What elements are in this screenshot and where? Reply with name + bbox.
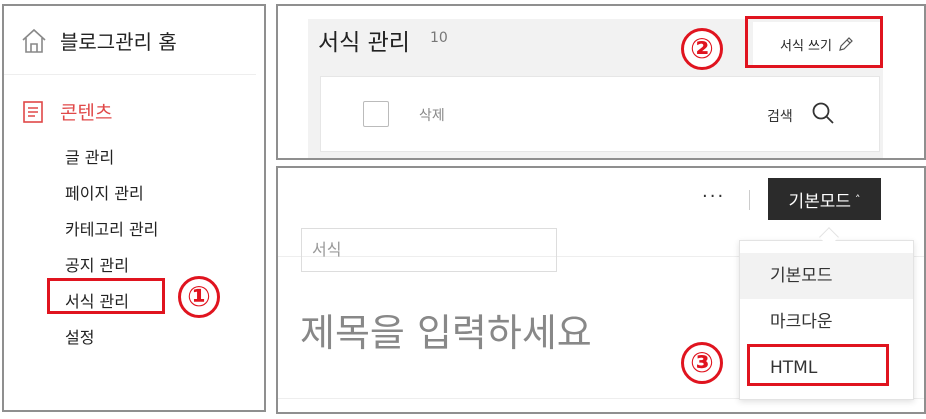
document-icon xyxy=(23,100,43,123)
template-list-header: 삭제 검색 xyxy=(320,76,880,152)
mode-option-markdown[interactable]: 마크다운 xyxy=(740,299,913,345)
sidebar-home-label: 블로그관리 홈 xyxy=(60,30,177,54)
sidebar-item-posts[interactable]: 글 관리 xyxy=(65,140,158,176)
sidebar-item-pages[interactable]: 페이지 관리 xyxy=(65,176,158,212)
toolbar-separator xyxy=(749,190,750,210)
more-options-button[interactable]: ··· xyxy=(702,186,725,207)
editor-panel: ··· 기본모드 ˄ 서식 제목을 입력하세요 기본모드 마크다운 HTML ③ xyxy=(276,166,926,414)
delete-button[interactable]: 삭제 xyxy=(419,105,445,125)
highlight-box-write xyxy=(745,16,883,68)
sidebar-section-contents[interactable]: 콘텐츠 xyxy=(22,98,112,125)
post-title-input[interactable]: 제목을 입력하세요 xyxy=(300,302,592,357)
sidebar-item-categories[interactable]: 카테고리 관리 xyxy=(65,212,158,248)
sidebar-menu: 글 관리 페이지 관리 카테고리 관리 공지 관리 서식 관리 설정 xyxy=(65,140,158,356)
highlight-box-html xyxy=(747,344,889,386)
editor-mode-label: 기본모드 xyxy=(788,191,852,212)
sidebar-divider xyxy=(4,74,256,75)
step-badge-1: ① xyxy=(178,276,220,318)
page-title: 서식 관리 xyxy=(318,30,410,56)
search-label[interactable]: 검색 xyxy=(767,106,793,126)
template-count: 10 xyxy=(430,30,448,46)
category-select[interactable]: 서식 xyxy=(301,228,557,272)
chevron-up-icon: ˄ xyxy=(855,192,861,206)
sidebar-panel: 블로그관리 홈 콘텐츠 글 관리 페이지 관리 카테고리 관리 공지 관리 서식… xyxy=(2,4,266,412)
step-badge-2: ② xyxy=(681,28,723,70)
highlight-box-templates xyxy=(47,278,165,314)
home-icon xyxy=(22,28,46,53)
mode-option-basic[interactable]: 기본모드 xyxy=(740,253,913,299)
select-all-checkbox[interactable] xyxy=(363,101,389,127)
sidebar-home-link[interactable]: 블로그관리 홈 xyxy=(20,26,177,55)
sidebar-item-settings[interactable]: 설정 xyxy=(65,320,158,356)
step-badge-3: ③ xyxy=(681,342,723,384)
search-icon[interactable] xyxy=(811,101,835,125)
editor-mode-button[interactable]: 기본모드 ˄ xyxy=(768,178,881,220)
template-manager-panel: 서식 관리 10 서식 쓰기 삭제 검색 ② xyxy=(276,4,926,160)
sidebar-section-label: 콘텐츠 xyxy=(60,102,113,124)
